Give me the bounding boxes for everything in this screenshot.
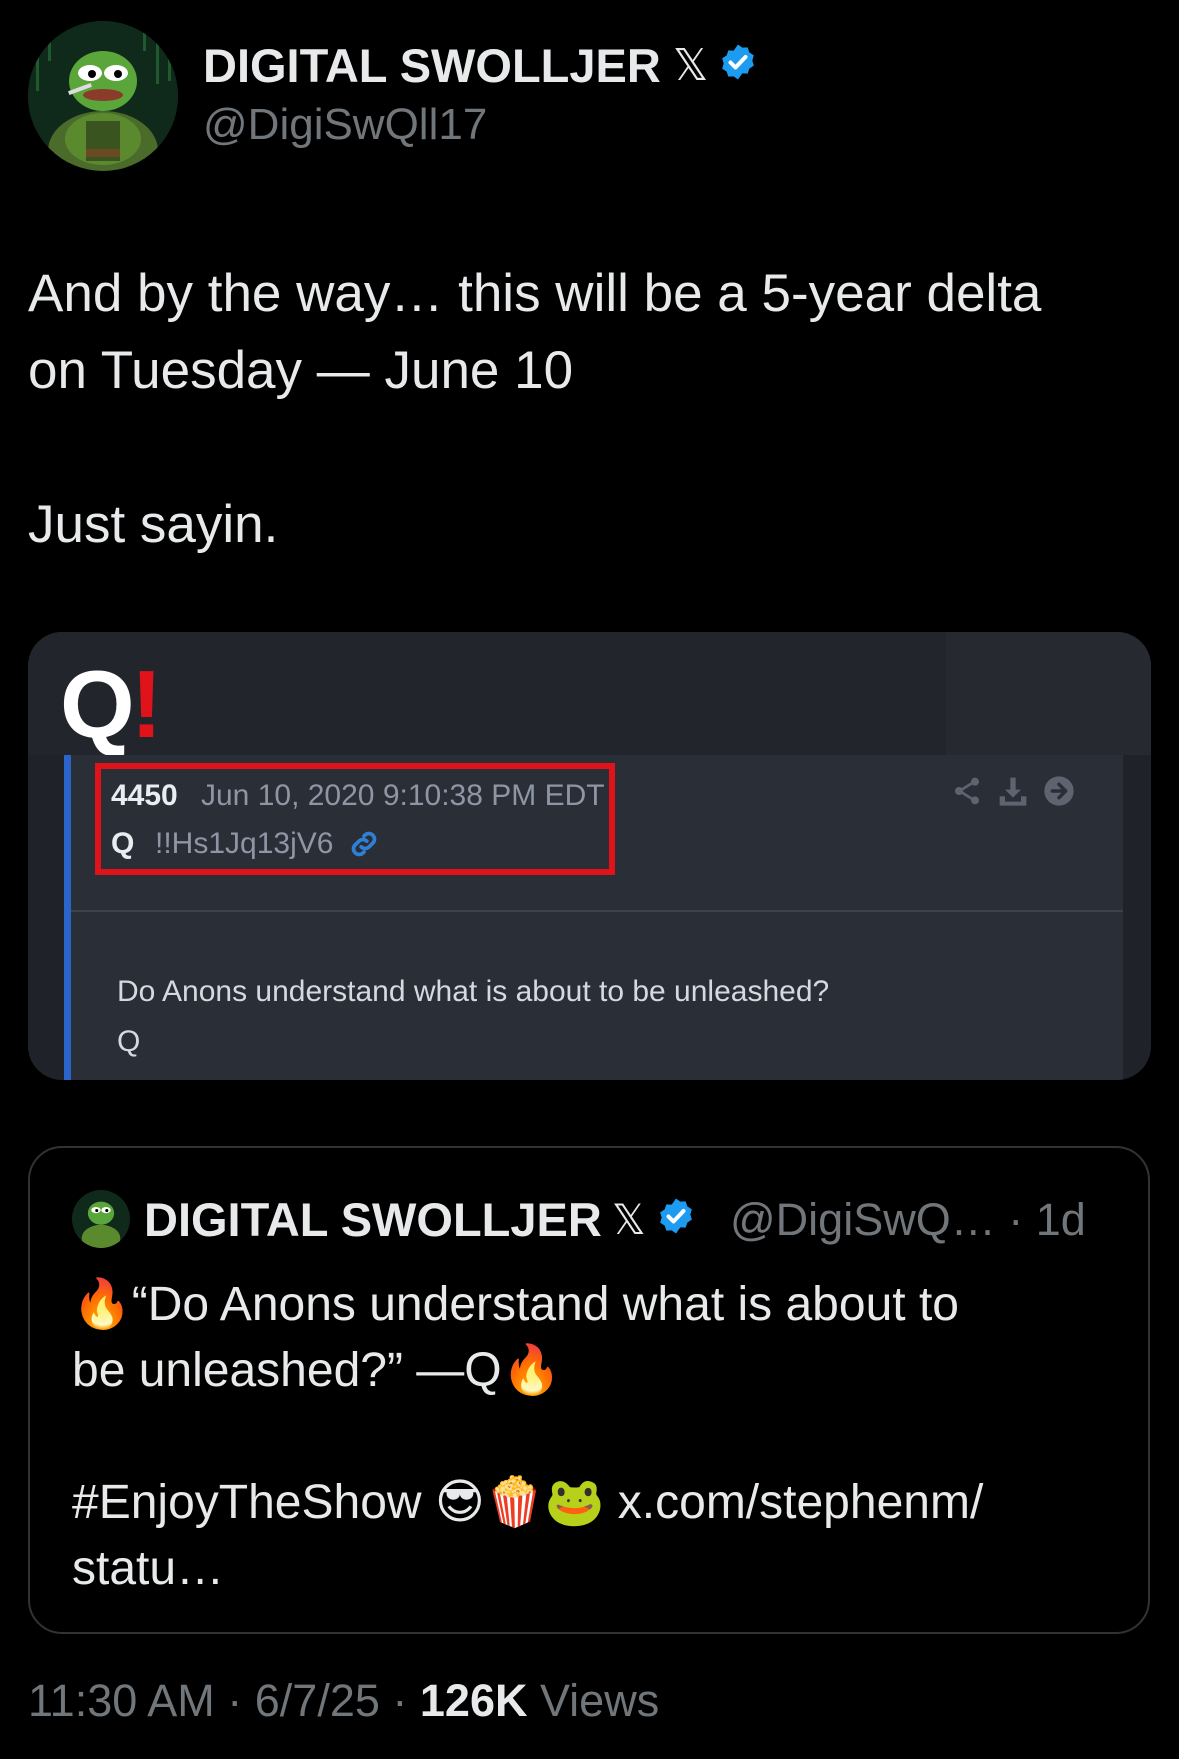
post-author: Q	[111, 827, 135, 860]
q-post-card: 4450 Jun 10, 2020 9:10:38 PM EDT Q !!Hs1…	[64, 755, 1123, 1080]
q-logo: Q!	[60, 651, 163, 758]
quoted-author-name: DIGITAL SWOLLJER	[144, 1193, 602, 1246]
quoted-avatar	[72, 1190, 130, 1248]
quoted-handle-time: @DigiSwQ… · 1d	[730, 1194, 1086, 1245]
views-label: Views	[527, 1675, 660, 1726]
timestamp[interactable]: 11:30 AM · 6/7/25 ·	[28, 1675, 420, 1726]
quoted-name-row: DIGITAL SWOLLJER 𝕏	[144, 1192, 696, 1247]
author-name[interactable]: DIGITAL SWOLLJER	[203, 38, 661, 93]
author-name-row[interactable]: DIGITAL SWOLLJER 𝕏	[203, 38, 758, 93]
link-icon	[347, 827, 381, 866]
download-icon	[997, 775, 1029, 812]
arrow-right-circle-icon	[1043, 775, 1075, 812]
tweet-line: And by the way… this will be a 5-year de…	[28, 264, 1042, 323]
post-body: Do Anons understand what is about to be …	[117, 975, 830, 1058]
verified-badge-icon	[656, 1192, 696, 1247]
quoted-text: 🔥“Do Anons understand what is about to b…	[72, 1278, 984, 1595]
tweet-text: And by the way… this will be a 5-year de…	[28, 255, 1158, 563]
media-image[interactable]: Q! 4450 Jun 10, 2020 9:10:38 PM EDT Q !!…	[28, 632, 1151, 1080]
post-date: Jun 10, 2020 9:10:38 PM EDT	[201, 779, 605, 812]
quoted-tweet[interactable]: DIGITAL SWOLLJER 𝕏 @DigiSwQ… · 1d 🔥“Do A…	[28, 1146, 1150, 1634]
tweet-meta: 11:30 AM · 6/7/25 · 126K Views	[28, 1675, 659, 1727]
post-actions	[951, 775, 1075, 812]
post-number: 4450	[111, 779, 178, 812]
author-handle[interactable]: @DigiSwQll17	[203, 100, 487, 150]
x-logo-icon: 𝕏	[611, 1196, 646, 1243]
verified-badge-icon	[718, 38, 758, 93]
share-icon	[951, 775, 983, 812]
tweet-line: on Tuesday — June 10	[28, 341, 574, 400]
x-logo-icon: 𝕏	[672, 41, 709, 90]
post-tripcode: !!Hs1Jq13jV6	[155, 827, 334, 860]
author-avatar[interactable]	[28, 21, 178, 171]
tweet-line: Just sayin.	[28, 495, 279, 554]
views-count: 126K	[419, 1675, 528, 1726]
